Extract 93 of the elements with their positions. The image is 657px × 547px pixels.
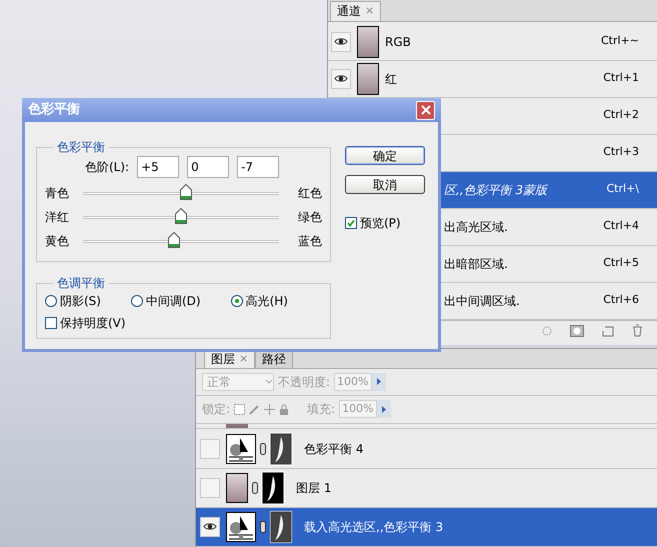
group-legend: 色调平衡 — [53, 274, 109, 292]
slider-left-label: 青色 — [45, 185, 70, 202]
shortcut-text: Ctrl+1 — [603, 70, 639, 86]
slider-right-label: 蓝色 — [298, 233, 322, 250]
channel-name: 出暗部区域. — [444, 256, 508, 272]
shortcut-text: Ctrl+\ — [606, 181, 639, 198]
slider-thumb[interactable] — [175, 208, 187, 224]
visibility-toggle[interactable] — [331, 68, 351, 88]
radio-option[interactable]: 中间调(D) — [130, 292, 201, 310]
layer-row[interactable]: 载入高光选区,,色彩平衡 3 — [196, 508, 657, 547]
level-input[interactable]: -7 — [237, 156, 280, 178]
slider-right-label: 红色 — [298, 185, 322, 202]
eye-icon — [203, 522, 217, 532]
checkbox[interactable] — [45, 317, 57, 329]
link-chain-icon — [260, 442, 266, 454]
visibility-toggle[interactable] — [200, 438, 220, 458]
link-chain-icon — [260, 520, 266, 533]
dropdown-caret-icon — [265, 379, 273, 384]
radio-label: 阴影(S) — [60, 293, 101, 310]
tab-label: 通道 — [337, 3, 361, 20]
eye-icon — [334, 74, 348, 83]
window-title: 色彩平衡 — [28, 101, 80, 120]
channel-name: 出高光区域. — [444, 218, 508, 236]
radio-option[interactable]: 阴影(S) — [45, 292, 101, 310]
arrow-right-icon — [377, 378, 382, 386]
radio-label: 中间调(D) — [146, 293, 201, 310]
eye-icon — [334, 37, 348, 46]
visibility-toggle[interactable] — [200, 516, 220, 537]
shortcut-text: Ctrl+6 — [603, 292, 639, 308]
slider-right-label: 绿色 — [298, 209, 322, 226]
channel-name: 红 — [385, 70, 397, 88]
shortcut-text: Ctrl+4 — [603, 218, 639, 234]
radio-button[interactable] — [45, 295, 57, 307]
slider-thumb[interactable] — [180, 184, 192, 200]
shortcut-text: Ctrl+3 — [603, 144, 639, 160]
radio-button[interactable] — [230, 295, 243, 307]
layer-thumbnail — [226, 424, 248, 428]
layer-thumbnail — [226, 472, 248, 503]
check-icon — [347, 219, 355, 227]
channel-name: 区,,色彩平衡 3蒙版 — [444, 182, 548, 198]
channel-row[interactable]: RGB Ctrl+~ — [328, 24, 657, 60]
fill-label: 填充: — [307, 401, 336, 418]
layer-mask-thumbnail — [262, 472, 284, 504]
radio-label: 高光(H) — [246, 293, 288, 310]
adjustment-thumbnail-icon — [226, 512, 256, 542]
level-input[interactable]: 0 — [187, 156, 230, 178]
layer-name: 图层 1 — [296, 480, 332, 497]
levels-label: 色阶(L): — [85, 159, 130, 176]
shortcut-text: Ctrl+5 — [603, 255, 639, 272]
checkbox[interactable] — [345, 217, 357, 229]
shortcut-text: Ctrl+2 — [603, 107, 639, 124]
visibility-toggle[interactable] — [331, 32, 351, 52]
tab-label: 路径 — [262, 351, 286, 368]
lock-label: 锁定: — [202, 401, 230, 418]
channel-row[interactable]: 红 Ctrl+1 — [328, 60, 657, 98]
checkbox-label: 保持明度(V) — [60, 315, 126, 332]
layer-mask-thumbnail — [270, 432, 292, 464]
shortcut-text: Ctrl+~ — [600, 33, 639, 50]
channel-thumbnail — [357, 62, 379, 94]
checkbox-label: 预览(P) — [360, 215, 401, 232]
close-button[interactable] — [416, 100, 435, 120]
layer-name: 载入高光选区,,色彩平衡 3 — [304, 518, 444, 536]
level-input[interactable]: +5 — [137, 156, 180, 178]
trash-icon[interactable] — [632, 324, 643, 338]
arrow-right-icon — [382, 406, 386, 413]
tab-label: 图层 — [211, 351, 235, 368]
checkbox-option[interactable]: 保持明度(V) — [45, 314, 322, 332]
mask-icon[interactable] — [570, 324, 584, 337]
radio-button[interactable] — [130, 295, 143, 307]
dialog-button[interactable]: 取消 — [345, 175, 425, 194]
opacity-arrow-button[interactable] — [372, 372, 386, 391]
adjustment-thumbnail-icon — [226, 434, 256, 464]
group-legend: 色彩平衡 — [53, 138, 109, 156]
layer-name: 色彩平衡 4 — [304, 440, 364, 458]
slider-thumb[interactable] — [168, 232, 180, 248]
channel-thumbnail — [357, 26, 379, 58]
layer-row[interactable]: 图层 1 — [196, 468, 657, 508]
fill-arrow-button[interactable] — [377, 400, 392, 418]
dotted-circle-icon[interactable] — [542, 326, 552, 336]
channel-name: RGB — [385, 34, 411, 50]
panel-tab[interactable]: 通道 × — [330, 0, 382, 20]
radio-option[interactable]: 高光(H) — [230, 292, 288, 310]
checkbox-option[interactable]: 预览(P) — [345, 214, 425, 232]
opacity-label: 不透明度: — [278, 374, 330, 391]
slider-left-label: 黄色 — [45, 233, 70, 250]
channel-name: 出中间调区域. — [444, 292, 520, 310]
dialog-button[interactable]: 确定 — [345, 146, 425, 165]
close-icon — [420, 105, 430, 115]
slider-left-label: 洋红 — [45, 209, 70, 226]
visibility-toggle[interactable] — [200, 478, 220, 498]
lock-transparent-icon[interactable] — [234, 404, 246, 415]
link-chain-icon — [252, 482, 258, 494]
layer-mask-thumbnail — [270, 510, 292, 543]
